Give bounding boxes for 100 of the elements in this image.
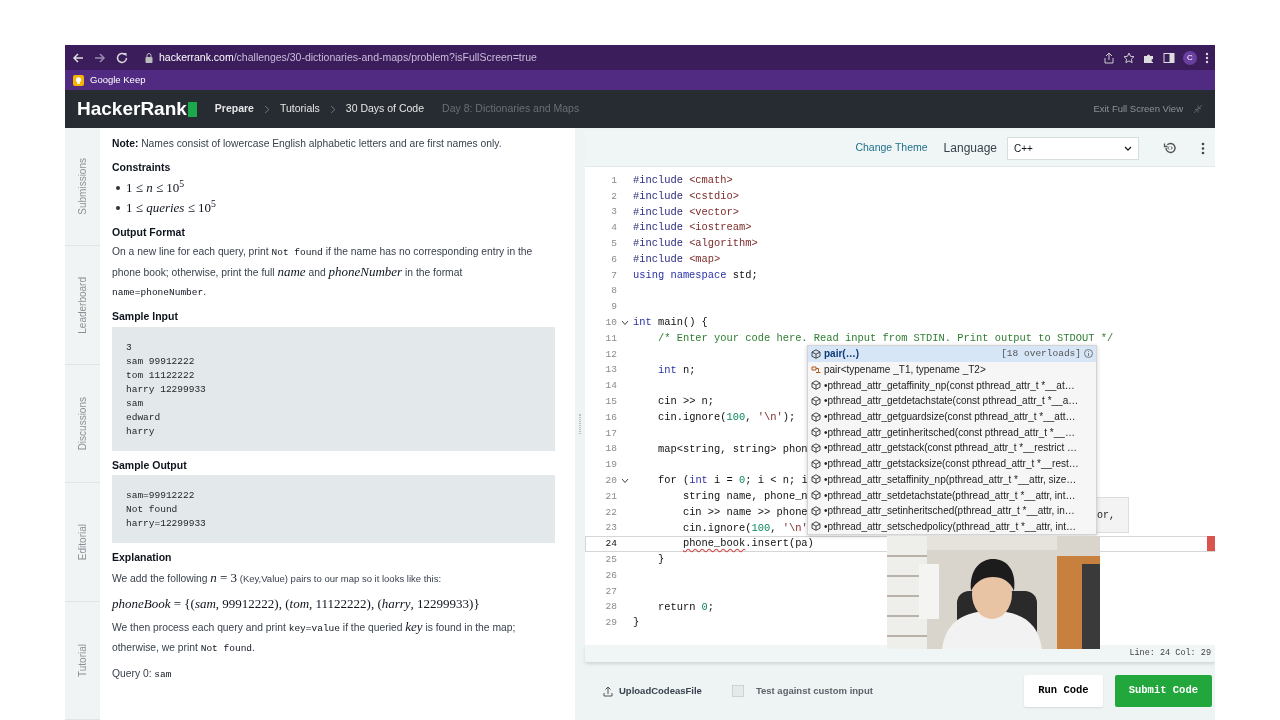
cube-icon bbox=[811, 348, 821, 359]
parameter-hint: or, bbox=[1097, 497, 1129, 533]
line-number: 1 bbox=[610, 173, 617, 188]
formula: phoneBook = {(sam, 99912222), (tom, 11122222), (harry, 12299933)} bbox=[112, 594, 481, 613]
autocomplete-item[interactable]: •pthread_attr_setaffinity_np(pthread_attr_t *__attr, size… bbox=[808, 471, 1096, 488]
code-line: #include <iostream> bbox=[633, 220, 752, 236]
line-number: 15 bbox=[604, 394, 617, 409]
language-label: Language bbox=[943, 140, 997, 157]
code-line: using namespace std; bbox=[633, 267, 758, 283]
bullet-icon bbox=[116, 205, 120, 210]
custom-input-checkbox[interactable] bbox=[731, 685, 744, 697]
line-number: 8 bbox=[610, 284, 617, 299]
cube-icon bbox=[811, 395, 821, 406]
sample-code-block: sam=99912222 Not found harry=12299933 bbox=[112, 475, 555, 544]
address-bar[interactable]: hackerrank.com/challenges/30-dictionaries-and-maps/problem?isFullScreen=true bbox=[137, 47, 1095, 68]
code-line: #include <map> bbox=[633, 252, 721, 268]
paragraph: We add the following n = 3 (Key,Value) pairs to our map so it looks like this: bbox=[112, 568, 443, 587]
line-number: 9 bbox=[610, 300, 617, 315]
code-line: cin >> n; bbox=[656, 394, 715, 410]
fold-chevron-icon[interactable] bbox=[621, 478, 629, 485]
run-code-button[interactable]: Run Code bbox=[1024, 675, 1103, 707]
share-icon[interactable] bbox=[1103, 51, 1115, 64]
sidebar-icon[interactable] bbox=[1163, 51, 1175, 64]
line-number: 18 bbox=[604, 442, 617, 457]
checkbox-label[interactable]: Test against custom input bbox=[755, 683, 873, 699]
code-line: #include <vector> bbox=[633, 204, 739, 220]
history-icon[interactable] bbox=[1163, 141, 1177, 155]
autocomplete-item[interactable]: •pthread_attr_setinheritsched(pthread_attr_t *__attr, in… bbox=[808, 502, 1096, 519]
code-line: #include <algorithm> bbox=[633, 236, 758, 252]
section-heading: Explanation bbox=[112, 551, 173, 564]
code-line: map<string, string> phon bbox=[656, 441, 808, 457]
sample-code-block: 3 sam 99912222 tom 11122222 harry 12299933 sam edward harry bbox=[112, 326, 555, 451]
code-line: int n; bbox=[656, 362, 696, 378]
line-number: 22 bbox=[604, 505, 617, 520]
line-number: 7 bbox=[610, 268, 617, 283]
autocomplete-item[interactable]: •pthread_attr_getaffinity_np(const pthread_attr_t *__at… bbox=[808, 377, 1096, 394]
cube-icon bbox=[811, 490, 821, 501]
section-heading: Sample Input bbox=[112, 310, 179, 323]
reload-icon[interactable] bbox=[115, 50, 129, 65]
info-icon bbox=[1084, 349, 1093, 359]
cube-icon bbox=[811, 427, 821, 438]
autocomplete-item[interactable]: •pthread_attr_getinheritsched(const pthread_attr_t *__… bbox=[808, 424, 1096, 441]
autocomplete-item[interactable]: •pthread_attr_getstack(const pthread_attr_t *__restrict … bbox=[808, 440, 1096, 456]
code-line: int main() { bbox=[633, 315, 708, 331]
menu-icon[interactable] bbox=[1205, 51, 1209, 64]
language-select[interactable]: C++ bbox=[1007, 136, 1139, 160]
breadcrumb-link[interactable]: Tutorials bbox=[279, 101, 320, 117]
star-icon[interactable] bbox=[1123, 51, 1135, 64]
autocomplete-item[interactable]: •pthread_attr_getstacksize(const pthread_attr_t *__rest… bbox=[808, 455, 1096, 472]
line-number: 23 bbox=[604, 521, 617, 536]
upload-file-button[interactable]: UploadCodeasFile bbox=[603, 683, 702, 699]
section-heading: Constraints bbox=[112, 161, 172, 174]
exit-fullscreen-link[interactable]: Exit Full Screen View bbox=[1093, 101, 1183, 117]
code-line: #include <cstdio> bbox=[633, 188, 739, 204]
chevron-icon bbox=[263, 104, 270, 114]
code-line: } bbox=[633, 615, 640, 631]
fold-chevron-icon[interactable] bbox=[621, 320, 629, 327]
code-line: string name, phone_n bbox=[681, 489, 808, 505]
back-icon[interactable] bbox=[71, 50, 85, 65]
caret-icon bbox=[1124, 145, 1132, 151]
upload-icon bbox=[603, 685, 613, 697]
autocomplete-item[interactable]: •pthread_attr_getguardsize(const pthread_attr_t *__att… bbox=[808, 408, 1096, 425]
autocomplete-item[interactable]: •pthread_attr_setschedpolicy(pthread_attr_t *__attr, int… bbox=[808, 518, 1096, 535]
breadcrumb-link[interactable]: Prepare bbox=[214, 101, 254, 117]
breadcrumb-link[interactable]: 30 Days of Code bbox=[345, 101, 425, 117]
line-number: 19 bbox=[604, 458, 617, 473]
line-number: 13 bbox=[604, 363, 617, 378]
line-number: 24 bbox=[604, 537, 617, 552]
lock-icon bbox=[145, 52, 153, 63]
line-number: 4 bbox=[610, 221, 617, 236]
cube-icon bbox=[811, 442, 821, 453]
more-options-icon[interactable] bbox=[1201, 141, 1205, 155]
line-number: 5 bbox=[610, 236, 617, 251]
paragraph: On a new line for each query, print Not found if the name has no corresponding entry in the phone book; otherwise, print the full name and phoneNumber in the format name=phoneNumber. bbox=[112, 245, 534, 301]
line-number: 2 bbox=[610, 189, 617, 204]
line-number: 20 bbox=[604, 473, 617, 488]
line-number: 21 bbox=[604, 489, 617, 504]
autocomplete-item[interactable]: pair(…) [18 overloads] bbox=[808, 346, 1096, 362]
constraint-item: 1 ≤ queries ≤ 10$^{5}$ bbox=[116, 197, 555, 218]
constraint-item: 1 ≤ n ≤ 10$^{5}$ bbox=[116, 177, 555, 198]
code-line: cin.ignore(100, '\n'); bbox=[656, 410, 796, 426]
forward-icon[interactable] bbox=[93, 50, 107, 65]
autocomplete-item[interactable]: •pthread_attr_getdetachstate(const pthread_attr_t *__a… bbox=[808, 393, 1096, 409]
structure-icon bbox=[811, 364, 821, 375]
line-number: 10 bbox=[604, 315, 617, 330]
line-number: 29 bbox=[604, 616, 617, 631]
change-theme-link[interactable]: Change Theme bbox=[855, 140, 928, 156]
chevron-icon bbox=[329, 104, 336, 114]
line-number: 12 bbox=[604, 347, 617, 362]
bullet-icon bbox=[116, 185, 120, 190]
cube-icon bbox=[811, 521, 821, 532]
autocomplete-item[interactable]: pair<typename _T1, typename _T2> bbox=[808, 361, 1096, 378]
section-heading: Output Format bbox=[112, 225, 186, 239]
cube-icon bbox=[811, 505, 821, 516]
logo-block-icon bbox=[187, 101, 197, 117]
paragraph: Note: Names consist of lowercase English alphabetic letters and are first names only. bbox=[112, 137, 503, 151]
cube-icon bbox=[811, 380, 821, 391]
bookmark-link[interactable]: Google Keep bbox=[73, 72, 146, 88]
autocomplete-item[interactable]: •pthread_attr_setdetachstate(pthread_attr_t *__attr, int… bbox=[808, 487, 1096, 503]
profile-avatar[interactable]: C bbox=[1183, 50, 1197, 65]
